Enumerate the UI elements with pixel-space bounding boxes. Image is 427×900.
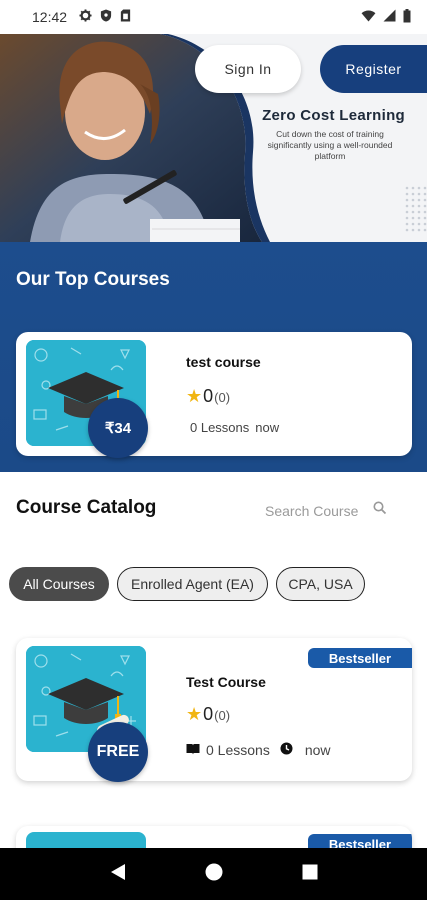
course-time: now (304, 742, 331, 758)
course-rating: ★ 0 (0) (186, 704, 230, 725)
signal-icon (383, 9, 396, 25)
decorative-dots (405, 186, 427, 232)
clock-icon (280, 742, 293, 758)
bestseller-badge: Bestseller (308, 648, 412, 668)
price-badge: FREE (88, 722, 148, 782)
chip-enrolled-agent[interactable]: Enrolled Agent (EA) (117, 567, 268, 601)
rating-value: 0 (203, 386, 214, 406)
wifi-icon (361, 9, 376, 25)
star-icon: ★ (186, 386, 203, 406)
course-rating: ★ 0 (0) (186, 386, 230, 407)
search-icon[interactable] (373, 501, 387, 520)
rating-value: 0 (203, 704, 214, 724)
status-bar: 12:42 (0, 0, 427, 34)
home-icon[interactable] (205, 863, 223, 886)
system-nav-bar (0, 848, 427, 900)
lessons-count: 0 Lessons (190, 420, 250, 435)
back-icon[interactable] (110, 863, 126, 886)
course-title: Test Course (186, 674, 266, 690)
chip-all-courses[interactable]: All Courses (9, 567, 109, 601)
signin-button[interactable]: Sign In (195, 45, 301, 93)
top-course-card[interactable]: ₹34 test course ★ 0 (0) 0 Lessons now (16, 332, 412, 458)
register-button[interactable]: Register (320, 45, 427, 93)
chip-cpa-usa[interactable]: CPA, USA (276, 567, 365, 601)
top-courses-heading: Our Top Courses (16, 269, 170, 290)
hero-subtitle: Cut down the cost of training significan… (267, 129, 393, 161)
shield-icon (100, 9, 112, 25)
status-time: 12:42 (32, 9, 68, 25)
gear-icon (79, 9, 92, 25)
hero-title: Zero Cost Learning (262, 107, 405, 124)
catalog-heading: Course Catalog (16, 497, 157, 518)
rating-count: (0) (214, 390, 231, 405)
star-icon: ★ (186, 704, 203, 724)
course-meta: 0 Lessons now (190, 420, 279, 435)
catalog-course-card[interactable]: Bestseller FREE Test Course ★ 0 (0) 0 Le… (16, 638, 412, 782)
top-courses-section: Our Top Courses ₹34 test course ★ 0 (0) … (0, 242, 427, 472)
hero-banner: Sign In Register Zero Cost Learning Cut … (0, 34, 427, 242)
course-time: now (255, 420, 280, 435)
price-badge: ₹34 (88, 398, 148, 458)
course-meta: 0 Lessons now (186, 742, 331, 758)
rating-count: (0) (214, 708, 231, 723)
battery-icon (403, 8, 411, 26)
sim-icon (120, 9, 131, 25)
book-icon (186, 742, 200, 758)
course-title: test course (186, 354, 261, 370)
lessons-count: 0 Lessons (206, 742, 270, 758)
recents-icon[interactable] (302, 864, 318, 885)
search-input[interactable] (265, 500, 371, 522)
